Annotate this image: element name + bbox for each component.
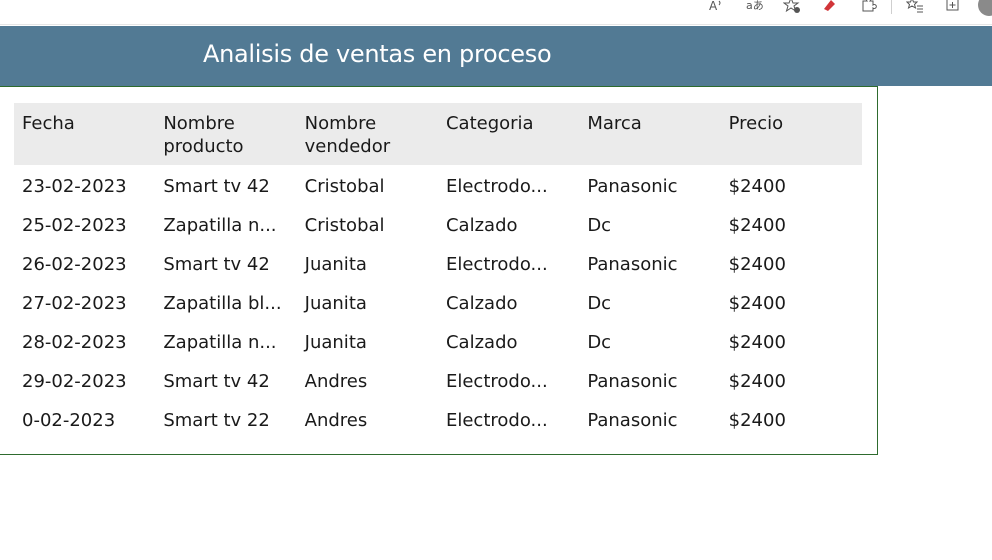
table-cell: Zapatilla bl... [163, 293, 282, 314]
table-cell: 27-02-2023 [22, 293, 127, 314]
table-row[interactable]: 23-02-2023 Smart tv 42 Cristobal Electrodo.… [14, 167, 862, 206]
table-cell: Smart tv 42 [163, 371, 270, 392]
translate-icon[interactable]: aあ [739, 0, 769, 16]
table-cell: Dc [587, 215, 612, 236]
table-cell: $2400 [728, 371, 786, 392]
page-header: Analisis de ventas en proceso [0, 26, 992, 86]
table-cell: 26-02-2023 [22, 254, 127, 275]
page-title: Analisis de ventas en proceso [203, 40, 552, 68]
table-row[interactable]: 0-02-2023 Smart tv 22 Andres Electrodo... Pa… [14, 401, 862, 440]
table-body: 23-02-2023 Smart tv 42 Cristobal Electrodo.… [14, 165, 862, 440]
table-cell: Electrodo... [445, 371, 548, 392]
browser-toolbar: A aあ [0, 0, 992, 25]
table-cell: Calzado [445, 332, 518, 353]
table-cell: 29-02-2023 [22, 371, 127, 392]
sales-table-panel: Fecha Nombre producto Nombre vendedor Categ… [0, 86, 878, 455]
collections-icon[interactable] [938, 0, 968, 16]
table-cell: Juanita [304, 293, 367, 314]
favorite-add-icon[interactable] [777, 0, 807, 16]
column-header[interactable]: Marca [579, 112, 720, 135]
table-cell: 23-02-2023 [22, 176, 127, 197]
table-cell: $2400 [728, 254, 786, 275]
table-row[interactable]: 26-02-2023 Smart tv 42 Juanita Electrodo...… [14, 245, 862, 284]
table-cell: Andres [304, 371, 368, 392]
table-cell: $2400 [728, 410, 786, 431]
table-cell: Dc [587, 332, 612, 353]
table-cell: Panasonic [587, 176, 678, 197]
read-aloud-icon[interactable]: A [701, 0, 731, 16]
table-cell: Calzado [445, 215, 518, 236]
svg-text:A: A [709, 0, 718, 13]
table-cell: Panasonic [587, 371, 678, 392]
table-row[interactable]: 28-02-2023 Zapatilla n... Juanita Calzado Dc… [14, 323, 862, 362]
extension-icon[interactable] [815, 0, 845, 16]
table-cell: Smart tv 22 [163, 410, 270, 431]
table-cell: Juanita [304, 254, 367, 275]
table-cell: Zapatilla n... [163, 332, 277, 353]
table-cell: 0-02-2023 [22, 410, 116, 431]
table-cell: Andres [304, 410, 368, 431]
sales-table: Fecha Nombre producto Nombre vendedor Categ… [14, 103, 862, 440]
table-cell: Cristobal [304, 215, 385, 236]
table-row[interactable]: 29-02-2023 Smart tv 42 Andres Electrodo... P… [14, 362, 862, 401]
table-header-row: Fecha Nombre producto Nombre vendedor Categ… [14, 103, 862, 165]
table-cell: Electrodo... [445, 176, 548, 197]
svg-text:aあ: aあ [746, 0, 763, 12]
column-header[interactable]: Nombre vendedor [297, 112, 438, 158]
table-row[interactable]: 25-02-2023 Zapatilla n... Cristobal Calzado… [14, 206, 862, 245]
column-header[interactable]: Fecha [14, 112, 155, 135]
toolbar-separator [891, 0, 892, 14]
browser-tools: A aあ [693, 0, 992, 16]
column-header[interactable]: Categoria [438, 112, 579, 135]
table-cell: 28-02-2023 [22, 332, 127, 353]
profile-icon[interactable] [978, 0, 992, 16]
table-cell: Cristobal [304, 176, 385, 197]
table-cell: Electrodo... [445, 410, 548, 431]
table-cell: Dc [587, 293, 612, 314]
table-cell: Smart tv 42 [163, 254, 270, 275]
table-cell: Panasonic [587, 254, 678, 275]
table-cell: Smart tv 42 [163, 176, 270, 197]
table-cell: $2400 [728, 215, 786, 236]
table-cell: 25-02-2023 [22, 215, 127, 236]
table-row[interactable]: 27-02-2023 Zapatilla bl... Juanita Calzado D… [14, 284, 862, 323]
table-cell: Zapatilla n... [163, 215, 277, 236]
table-cell: Electrodo... [445, 254, 548, 275]
table-cell: Panasonic [587, 410, 678, 431]
table-cell: $2400 [728, 293, 786, 314]
table-cell: Calzado [445, 293, 518, 314]
column-header[interactable]: Nombre producto [155, 112, 296, 158]
puzzle-icon[interactable] [853, 0, 883, 16]
column-header[interactable]: Precio [721, 112, 862, 135]
favorites-icon[interactable] [900, 0, 930, 16]
table-cell: Juanita [304, 332, 367, 353]
table-cell: $2400 [728, 176, 786, 197]
table-cell: $2400 [728, 332, 786, 353]
